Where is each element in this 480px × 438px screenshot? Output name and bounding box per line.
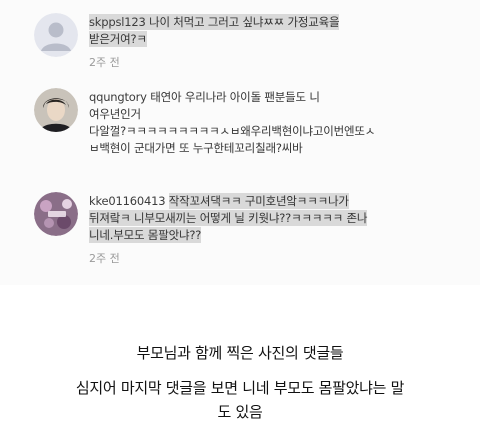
default-avatar-icon[interactable] xyxy=(34,13,78,57)
profile-photo-avatar[interactable] xyxy=(34,192,78,236)
comment-line: 받은거여?ㅋ xyxy=(89,31,147,47)
comment-text: skppsl123 나이 처먹고 그러고 싶냐ㅉㅉ 가정교육을 받은거여?ㅋ xyxy=(89,14,468,48)
comment-line: ㅂ백현이 군대가면 또 누구한테꼬리칠래?씨바 xyxy=(89,141,303,155)
profile-photo-avatar[interactable] xyxy=(34,88,78,132)
comments-screenshot: skppsl123 나이 처먹고 그러고 싶냐ㅉㅉ 가정교육을 받은거여?ㅋ 2… xyxy=(0,0,480,285)
comment-line: 나이 처먹고 그러고 싶냐ㅉㅉ 가정교육을 xyxy=(149,15,340,29)
comment-line: 니네.부모도 몸팔앗냐?? xyxy=(89,227,202,243)
comment-line: 다알껄?ㅋㅋㅋㅋㅋㅋㅋㅋㅋㅅㅂ왜우리백현이냐고이번엔또ㅅ xyxy=(89,124,376,138)
comment-time: 2주 전 xyxy=(89,56,120,69)
caption-line: 도 있음 xyxy=(217,403,263,421)
comment-line: 태연아 우리나라 아이돌 팬분들도 니 xyxy=(150,90,320,104)
caption-line: 부모님과 함께 찍은 사진의 댓글들 xyxy=(136,344,344,362)
comment-time: 2주 전 xyxy=(89,252,120,265)
comment-line: 뒤져랔ㅋ 니부모새끼는 어떻게 닐 키웟냐??ㅋㅋㅋㅋㅋ 존나 xyxy=(89,210,368,226)
comment-username[interactable]: skppsl123 xyxy=(89,15,146,29)
comment-username[interactable]: kke01160413 xyxy=(89,194,166,208)
caption-line: 심지어 마지막 댓글을 보면 니네 부모도 몸팔았냐는 말 xyxy=(75,379,405,397)
comment-line: 여우년인거 xyxy=(89,107,141,121)
comment-line: 작작꼬셔댁ㅋㅋ 구미호년앜ㅋㅋㅋ나가 xyxy=(168,193,349,209)
comment-username[interactable]: qqungtory xyxy=(89,90,147,104)
comment-text: qqungtory 태연아 우리나라 아이돌 팬분들도 니 여우년인거 다알껄?… xyxy=(89,89,468,157)
comment-text: kke01160413 작작꼬셔댁ㅋㅋ 구미호년앜ㅋㅋㅋ나가 뒤져랔ㅋ 니부모새… xyxy=(89,193,468,244)
